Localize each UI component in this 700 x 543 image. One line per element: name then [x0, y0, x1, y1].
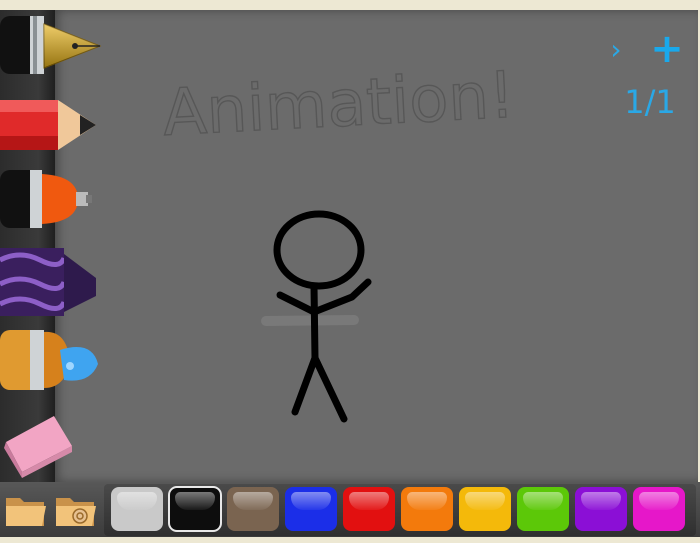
color-swatch-yellow[interactable] — [459, 487, 511, 531]
add-frame-button[interactable]: + — [650, 29, 684, 69]
save-scroll-icon[interactable] — [54, 490, 98, 534]
tool-sidebar — [0, 10, 102, 482]
swatch-gloss — [407, 492, 447, 510]
frame-counter: 1/1 — [624, 83, 676, 121]
color-swatch-green[interactable] — [517, 487, 569, 531]
drawing-canvas[interactable]: Animation! — [52, 10, 698, 482]
swatch-gloss — [233, 492, 273, 510]
spray-can-tool[interactable] — [0, 162, 104, 234]
crayon-tool[interactable] — [0, 238, 104, 318]
pencil-tool[interactable] — [0, 90, 104, 160]
color-swatch-magenta[interactable] — [633, 487, 685, 531]
canvas-handwritten-title: Animation! — [161, 59, 516, 151]
color-swatch-black[interactable] — [168, 486, 222, 532]
swatch-gloss — [465, 492, 505, 510]
swatch-gloss — [117, 492, 157, 510]
eraser-tool[interactable] — [0, 408, 80, 480]
open-folder-icon[interactable] — [4, 490, 48, 534]
swatch-gloss — [523, 492, 563, 510]
swatch-gloss — [175, 492, 215, 510]
swatch-gloss — [349, 492, 389, 510]
next-frame-button[interactable]: › — [605, 35, 627, 65]
color-swatch-orange[interactable] — [401, 487, 453, 531]
color-swatch-red[interactable] — [343, 487, 395, 531]
paint-brush-tool[interactable] — [0, 320, 104, 400]
swatch-gloss — [639, 492, 679, 510]
swatch-gloss — [581, 492, 621, 510]
fountain-pen-tool[interactable] — [0, 10, 104, 82]
color-swatch-light-gray[interactable] — [111, 487, 163, 531]
color-swatch-blue[interactable] — [285, 487, 337, 531]
color-swatch-brown[interactable] — [227, 487, 279, 531]
color-swatch-purple[interactable] — [575, 487, 627, 531]
swatch-gloss — [291, 492, 331, 510]
